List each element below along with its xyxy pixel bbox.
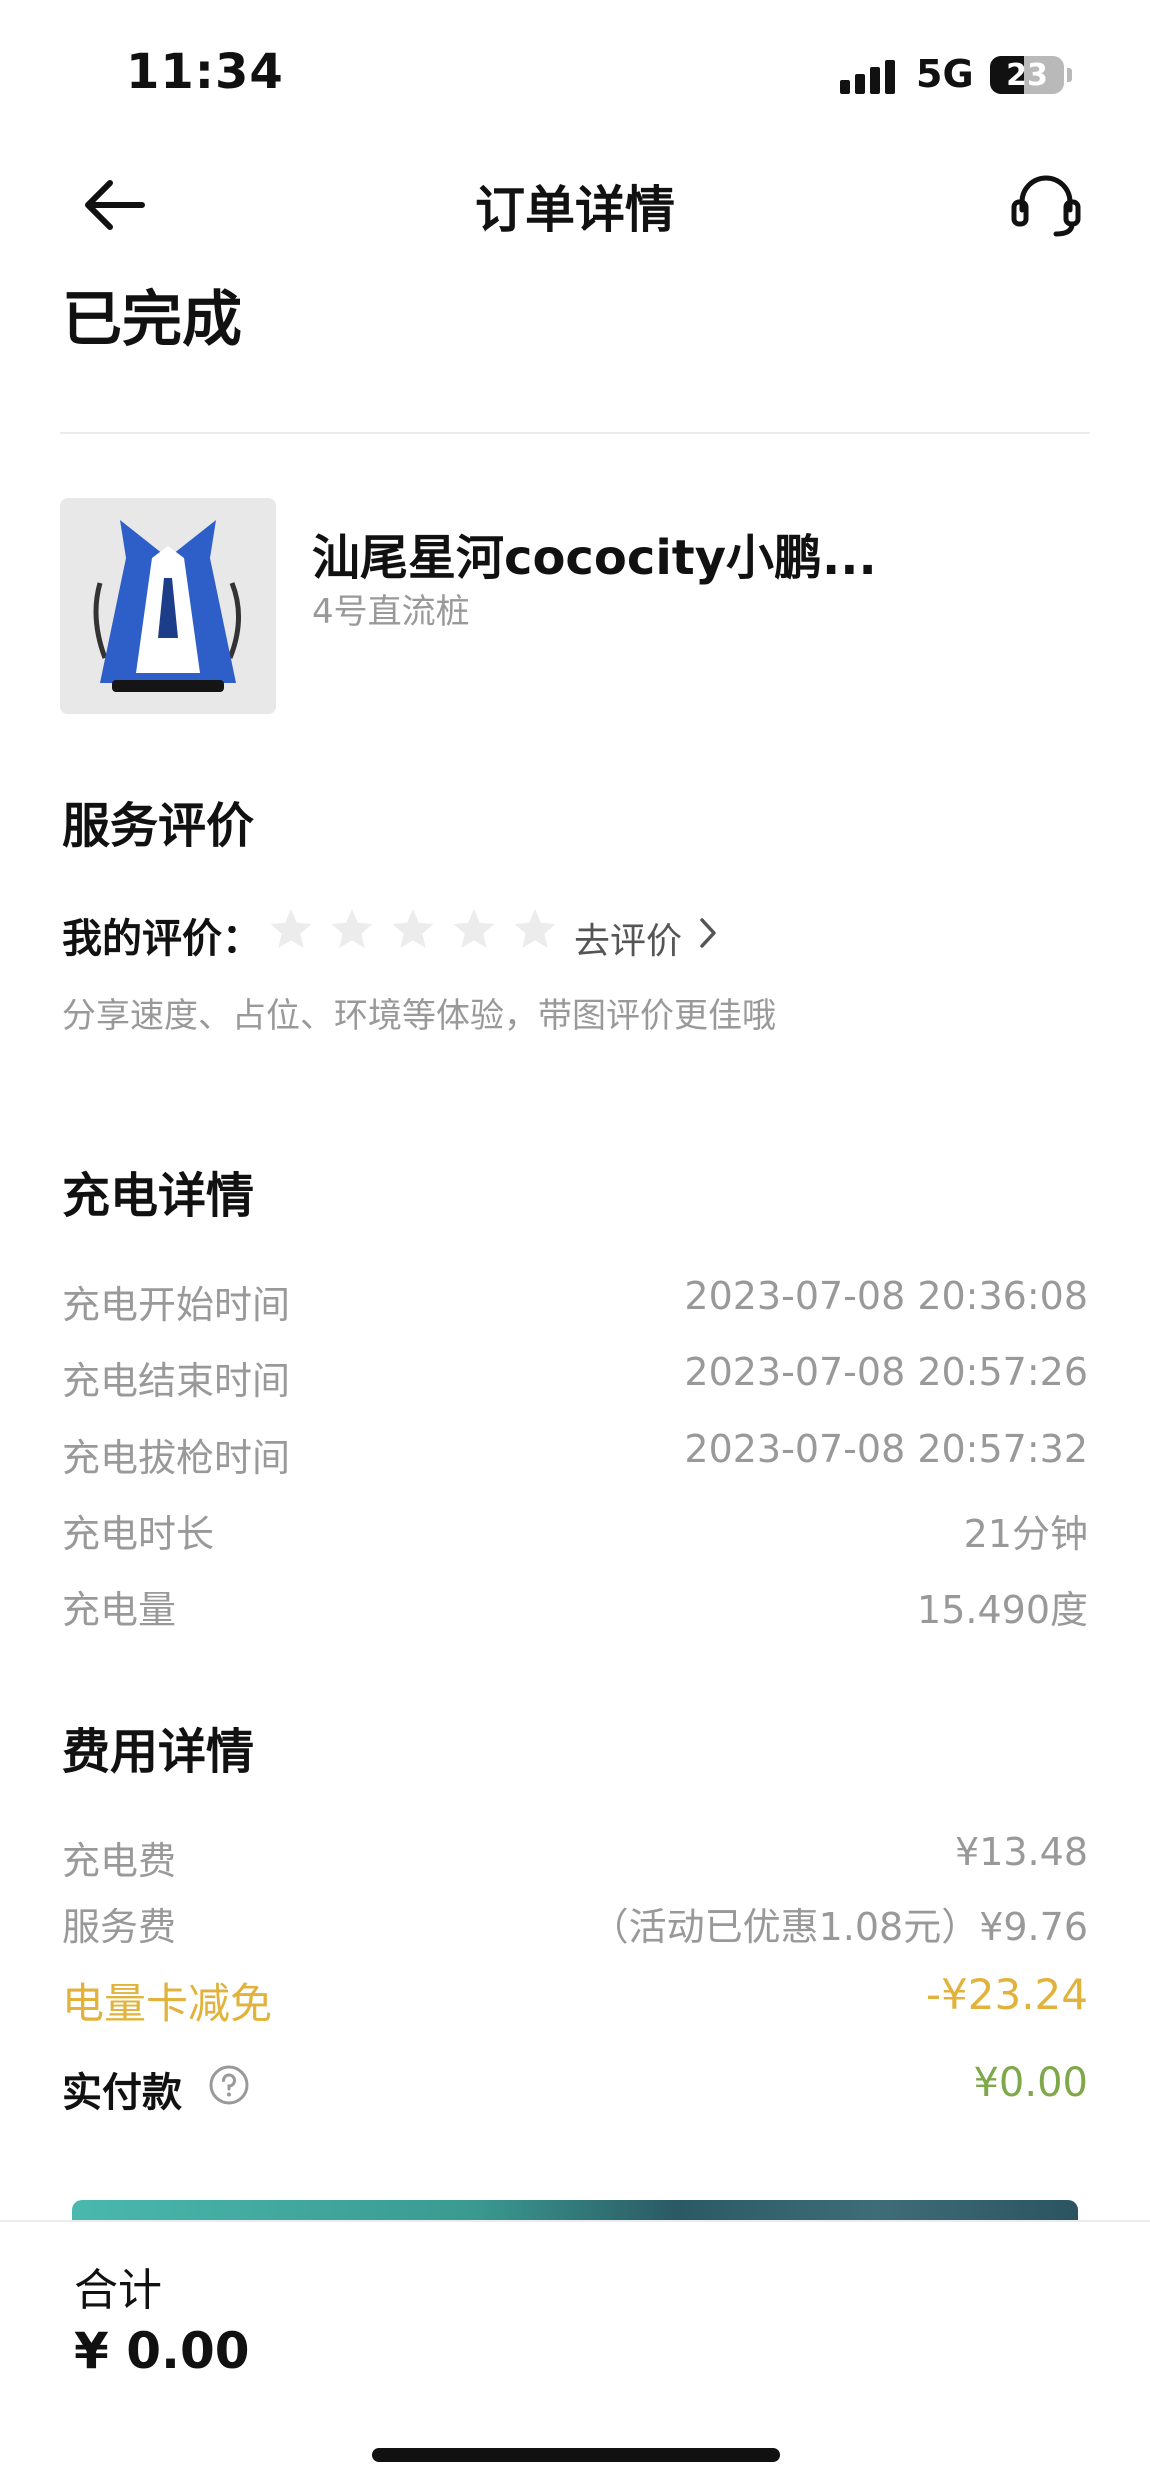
fee-row-card-discount: 电量卡减免 -¥23.24 [62,1970,1088,2028]
fee-row-paid: 实付款 ¥0.00 [62,2060,1088,2116]
fee-label: 实付款 [62,2070,182,2116]
star-icon[interactable] [390,906,436,952]
home-indicator[interactable] [372,2448,780,2462]
star-rating[interactable] [268,906,568,956]
detail-row: 充电结束时间 2023-07-08 20:57:26 [62,1350,1088,1403]
total-label: 合计 [74,2265,162,2316]
status-bar: 11:34 5G 23 [0,0,1150,150]
charging-section-title: 充电详情 [62,1168,255,1224]
order-status: 已完成 [62,285,242,350]
detail-label: 充电量 [62,1588,177,1632]
headset-icon [1011,175,1081,237]
detail-value: 15.490度 [917,1588,1088,1632]
fee-row-service: 服务费 （活动已优惠1.08元）¥9.76 [62,1896,1088,1949]
battery-icon: 23 [990,56,1064,94]
star-icon[interactable] [512,906,558,952]
fee-label: 电量卡减免 [62,1979,273,2028]
detail-row: 充电开始时间 2023-07-08 20:36:08 [62,1274,1088,1327]
review-section-title: 服务评价 [62,798,255,854]
detail-label: 充电时长 [62,1512,215,1556]
star-icon[interactable] [268,906,314,952]
detail-row: 充电时长 21分钟 [62,1503,1088,1556]
battery-level: 23 [1006,58,1048,93]
detail-value: 2023-07-08 20:57:26 [684,1350,1088,1394]
fee-value: ¥0.00 [973,2060,1088,2106]
network-type: 5G [916,52,974,96]
fees-section-title: 费用详情 [62,1724,255,1780]
detail-label: 充电开始时间 [62,1283,291,1327]
battery-cap [1067,68,1072,82]
detail-label: 充电拔枪时间 [62,1436,291,1480]
detail-value: 21分钟 [963,1512,1088,1556]
charging-pile-image [60,498,276,714]
help-icon[interactable] [208,2064,250,2106]
go-review-link[interactable]: 去评价 [574,912,682,964]
customer-service-button[interactable] [1010,172,1082,240]
fee-value: -¥23.24 [925,1970,1088,2019]
fee-value: ¥13.48 [955,1830,1088,1874]
fee-label: 充电费 [62,1839,177,1883]
detail-row: 充电量 15.490度 [62,1579,1088,1632]
fee-row-charge: 充电费 ¥13.48 [62,1830,1088,1883]
detail-row: 充电拔枪时间 2023-07-08 20:57:32 [62,1427,1088,1480]
divider [60,432,1090,434]
star-icon[interactable] [451,906,497,952]
page-title: 订单详情 [475,181,675,239]
fee-label: 服务费 [62,1905,177,1949]
station-name[interactable]: 汕尾星河cococity小鹏... [312,518,877,588]
total-value: ¥ 0.00 [74,2322,250,2380]
rating-label: 我的评价： [62,916,262,962]
chevron-right-icon[interactable] [696,914,720,952]
star-icon[interactable] [329,906,375,952]
fee-value: （活动已优惠1.08元）¥9.76 [590,1905,1088,1949]
signal-icon [840,58,900,94]
charging-pile-number: 4号直流桩 [312,592,470,632]
detail-label: 充电结束时间 [62,1359,291,1403]
charger-image [60,498,276,714]
detail-value: 2023-07-08 20:57:32 [684,1427,1088,1471]
review-hint: 分享速度、占位、环境等体验，带图评价更佳哦 [62,996,776,1036]
status-time: 11:34 [126,44,284,100]
detail-value: 2023-07-08 20:36:08 [684,1274,1088,1318]
